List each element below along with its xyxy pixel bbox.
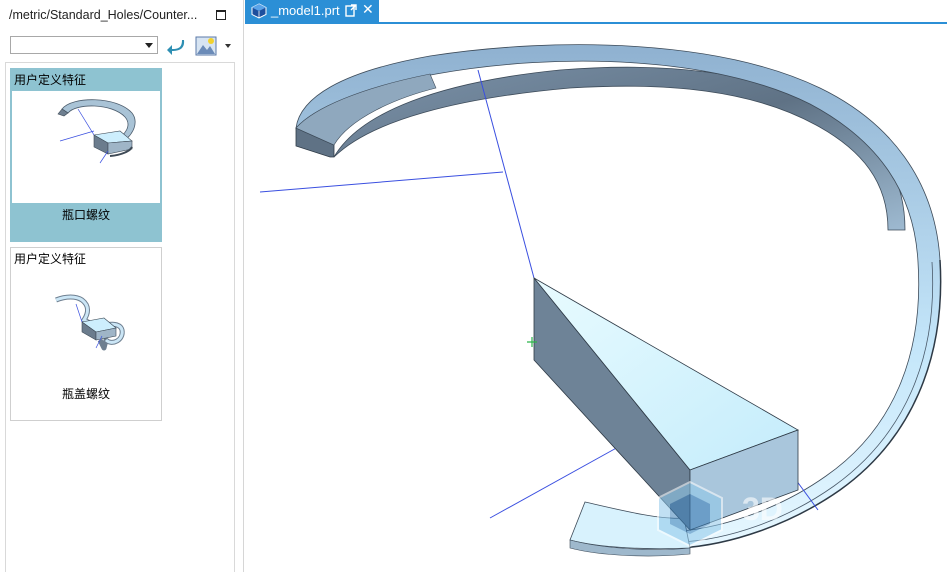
graphics-viewport[interactable]: 3D bbox=[245, 24, 947, 572]
maximize-icon[interactable] bbox=[216, 10, 226, 20]
library-toolbar bbox=[0, 34, 244, 58]
float-window-icon[interactable] bbox=[345, 4, 357, 17]
datum-axis-vertical bbox=[477, 69, 535, 279]
datum-axis-left bbox=[259, 171, 504, 193]
chevron-down-icon bbox=[145, 43, 153, 48]
udf-list: 用户定义特征 瓶口螺纹 用户定义特征 瓶盖螺纹 bbox=[5, 62, 235, 572]
watermark-text: 3D bbox=[742, 491, 783, 527]
tab-title: _model1.prt bbox=[271, 3, 340, 18]
close-icon[interactable]: ✕ bbox=[362, 1, 374, 18]
udf-item-bottle-cap-thread[interactable]: 用户定义特征 瓶盖螺纹 bbox=[10, 247, 162, 421]
reuse-library-panel: /metric/Standard_Holes/Counter... 用户定义特征 bbox=[0, 0, 244, 572]
udf-category-label: 用户定义特征 bbox=[14, 73, 87, 87]
thumbnail-view-icon[interactable] bbox=[195, 35, 217, 57]
udf-thumbnail bbox=[12, 91, 160, 203]
udf-thumbnail bbox=[12, 270, 160, 382]
document-tab-strip: _model1.prt ✕ bbox=[245, 0, 947, 24]
udf-item-bottle-neck-thread[interactable]: 用户定义特征 瓶口螺纹 bbox=[10, 68, 162, 242]
part-file-icon bbox=[251, 3, 267, 19]
back-arrow-icon[interactable] bbox=[165, 35, 187, 57]
library-path-bar: /metric/Standard_Holes/Counter... bbox=[0, 0, 244, 30]
library-path: /metric/Standard_Holes/Counter... bbox=[9, 8, 198, 22]
view-dropdown-icon[interactable] bbox=[225, 44, 231, 48]
library-filter-select[interactable] bbox=[10, 36, 158, 54]
udf-category-label: 用户定义特征 bbox=[14, 252, 87, 266]
model-scene: 3D bbox=[259, 44, 942, 557]
udf-name-label: 瓶盖螺纹 bbox=[61, 387, 110, 401]
udf-name-label: 瓶口螺纹 bbox=[61, 208, 110, 222]
tab-model1-prt[interactable]: _model1.prt ✕ bbox=[245, 0, 379, 22]
